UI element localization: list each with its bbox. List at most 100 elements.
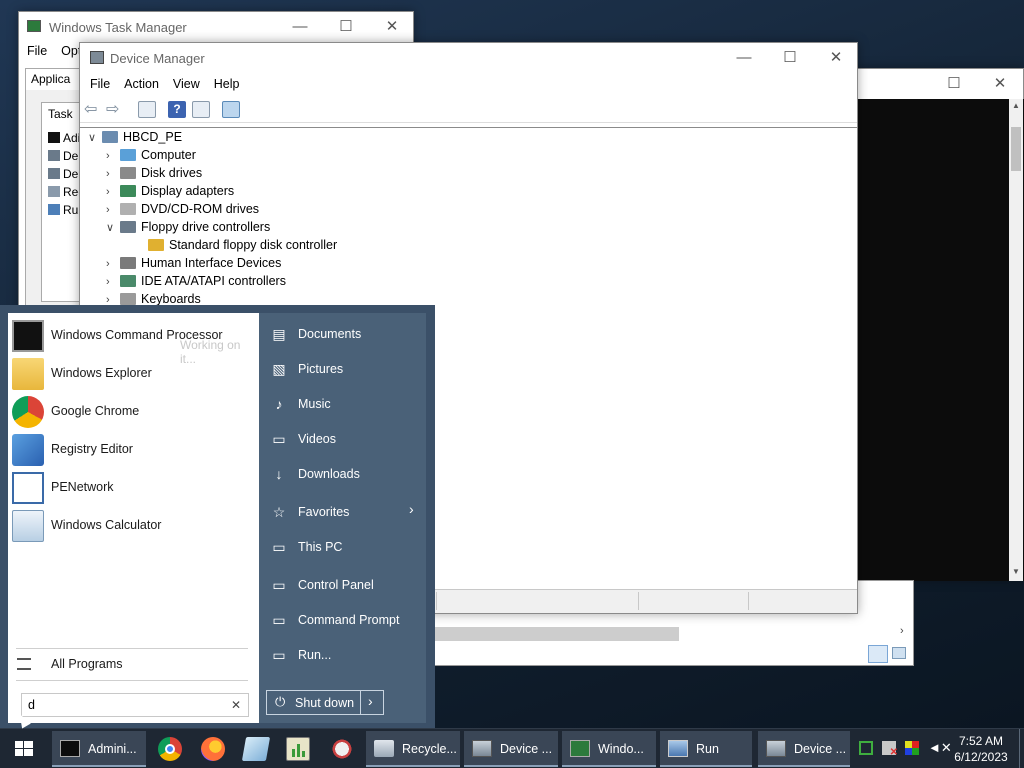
search-input[interactable]: d ✕ [21,693,249,717]
tree-category[interactable]: › Computer [106,146,196,164]
chevron-right-icon[interactable]: › [106,255,120,273]
program-item[interactable]: PENetwork [8,469,259,507]
chevron-right-icon[interactable]: › [106,147,120,165]
chevron-right-icon[interactable]: › [409,501,414,517]
place-item[interactable]: ▭ Videos [259,423,426,455]
list-item-label: De [63,149,79,163]
tree-device-item[interactable]: Standard floppy disk controller [148,236,337,254]
program-item[interactable]: Registry Editor [8,431,259,469]
scroll-down-arrow-icon[interactable]: ▼ [1011,567,1021,577]
chevron-right-icon[interactable]: › [368,693,373,709]
list-item[interactable]: De [48,167,78,181]
place-item[interactable]: ▭ Command Prompt [259,604,426,636]
tree-category[interactable]: ∨ Floppy drive controllers [106,218,270,236]
scrollbar-thumb[interactable] [1011,127,1021,171]
taskbar-button[interactable]: Device ... [464,731,558,767]
scroll-right-arrow-icon[interactable]: › [900,625,904,637]
computer-icon [120,149,136,161]
menu-file[interactable]: File [27,44,47,58]
close-button[interactable]: ✕ [813,43,859,73]
tray-app-icon[interactable] [859,741,873,755]
properties-icon[interactable] [138,101,156,118]
chevron-right-icon[interactable]: › [106,201,120,219]
tree-category[interactable]: › Human Interface Devices [106,254,281,272]
chevron-down-icon[interactable]: ∨ [106,219,120,237]
program-item[interactable]: Windows Calculator [8,507,259,545]
taskbar-button[interactable]: Device ... [758,731,850,767]
volume-muted-icon[interactable]: ◄✕ [928,741,952,755]
console-window[interactable]: ☐ ✕ ▲ ▼ [840,68,1024,581]
place-item[interactable]: ↓ Downloads [259,458,426,490]
scroll-up-arrow-icon[interactable]: ▲ [1011,101,1021,111]
network-icon[interactable]: ✕ [882,741,898,758]
notepad-icon[interactable] [241,737,271,761]
all-programs-button[interactable]: All Programs [8,646,259,684]
shut-down-button[interactable]: ⏻ Shut down › [266,690,384,715]
preview-view-icon[interactable] [892,647,906,659]
help-icon[interactable]: ? [168,101,186,118]
chevron-right-icon[interactable]: › [106,165,120,183]
list-item[interactable]: Adi [48,131,80,145]
place-item[interactable]: ▧ Pictures [259,353,426,385]
tab-applications[interactable]: Applica [25,68,85,90]
music-icon: ♪ [275,396,283,412]
forward-arrow-icon[interactable]: ⇨ [106,101,124,118]
place-item[interactable]: ☆ Favorites [259,496,426,528]
maximize-button[interactable]: ☐ [767,43,813,73]
place-item[interactable]: ▤ Documents [259,318,426,350]
scan-hardware-icon[interactable] [222,101,240,118]
menu-help[interactable]: Help [214,77,240,91]
details-view-icon[interactable] [868,645,888,663]
horizontal-scrollbar-thumb[interactable] [434,627,679,641]
menu-view[interactable]: View [173,77,200,91]
place-label: Music [298,397,331,411]
hid-icon [120,257,136,269]
taskbar-button[interactable]: Recycle... [366,731,460,767]
place-item[interactable]: ▭ Run... [259,639,426,671]
menu-file[interactable]: File [90,77,110,91]
clear-icon[interactable]: ✕ [231,698,241,712]
firefox-icon[interactable] [201,737,225,761]
program-item[interactable]: Google Chrome [8,393,259,431]
tree-category[interactable]: › DVD/CD-ROM drives [106,200,259,218]
taskbar-button[interactable]: Admini... [52,731,146,767]
close-button[interactable]: ✕ [977,69,1023,99]
program-label: Windows Explorer [51,366,152,380]
chevron-right-icon[interactable]: › [106,273,120,291]
task-manager-icon [27,20,41,32]
tree-root[interactable]: ∨ HBCD_PE [88,128,182,146]
device-manager-icon [48,150,60,161]
show-hide-icon[interactable] [192,101,210,118]
color-palette-icon[interactable] [905,741,919,755]
start-button[interactable] [0,731,48,767]
minimize-button[interactable]: — [277,12,323,42]
minimize-button[interactable]: — [721,43,767,73]
taskbar-button[interactable]: Run [660,731,752,767]
recycle-bin-icon [374,740,394,757]
show-desktop-button[interactable] [1019,729,1024,768]
chart-app-icon[interactable] [286,737,310,761]
title-bar[interactable]: Windows Task Manager — ☐ ✕ [19,12,413,42]
tree-category[interactable]: › Disk drives [106,164,202,182]
chevron-down-icon[interactable]: ∨ [88,129,102,147]
list-item[interactable]: De [48,149,78,163]
place-item[interactable]: ♪ Music [259,388,426,420]
chrome-icon[interactable] [158,737,182,761]
taskbar-button[interactable]: Windo... [562,731,656,767]
place-item[interactable]: ▭ This PC [259,531,426,563]
tree-category[interactable]: › Display adapters [106,182,234,200]
tree-category[interactable]: › IDE ATA/ATAPI controllers [106,272,286,290]
title-bar[interactable]: Device Manager — ☐ ✕ [80,43,857,73]
disk-tool-icon[interactable] [330,737,354,761]
place-item[interactable]: ▭ Control Panel [259,569,426,601]
chevron-right-icon[interactable]: › [106,183,120,201]
clock[interactable]: 7:52 AM 6/12/2023 [948,733,1014,765]
close-button[interactable]: ✕ [369,12,415,42]
recycle-bin-icon [48,186,60,197]
maximize-button[interactable]: ☐ [931,69,977,99]
menu-action[interactable]: Action [124,77,159,91]
back-arrow-icon[interactable]: ⇦ [84,101,102,118]
maximize-button[interactable]: ☐ [323,12,369,42]
list-header[interactable]: Task [48,107,73,121]
scrollbar[interactable]: ▲ ▼ [1009,99,1023,581]
